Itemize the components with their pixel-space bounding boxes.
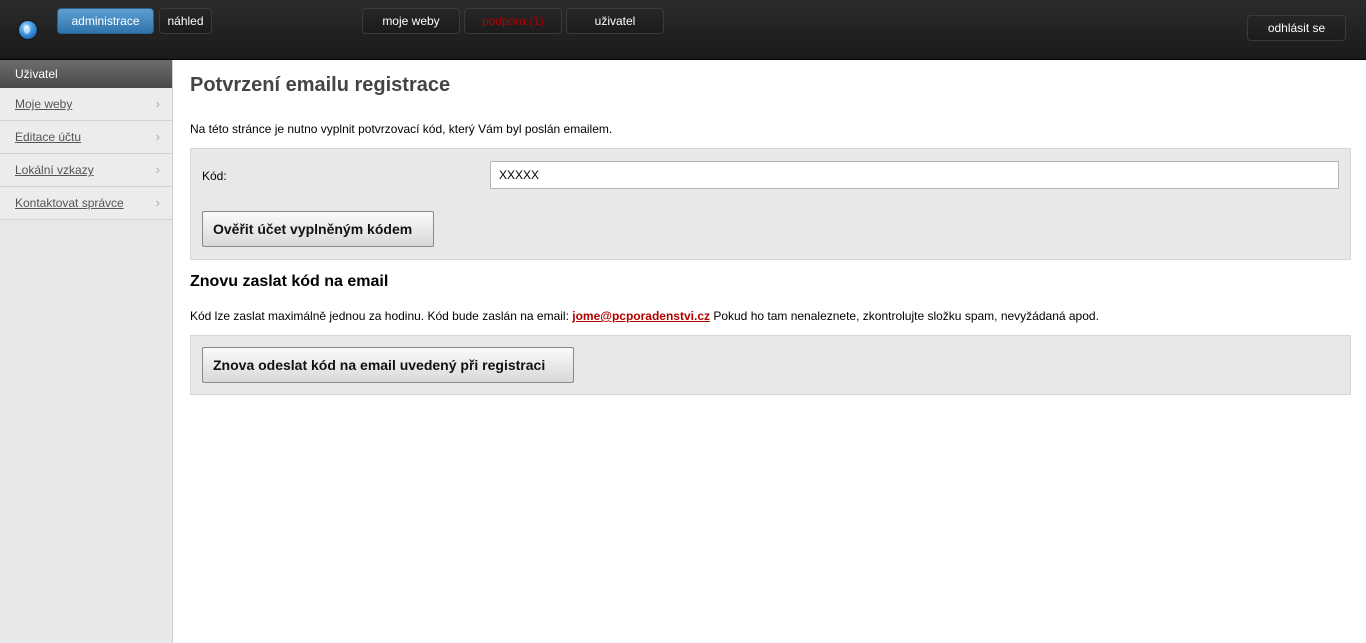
sidebar-item-label[interactable]: Editace účtu xyxy=(15,130,81,144)
resend-section-title: Znovu zaslat kód na email xyxy=(190,273,389,290)
resend-code-button[interactable]: Znova odeslat kód na email uvedený při r… xyxy=(202,347,574,383)
chevron-right-icon: › xyxy=(155,129,160,144)
chevron-right-icon: › xyxy=(155,162,160,177)
intro-text: Na této stránce je nutno vyplnit potvrzo… xyxy=(190,122,613,136)
logout-button[interactable]: odhlásit se xyxy=(1247,15,1346,41)
nav-support-button[interactable]: podpora (1) xyxy=(464,8,562,34)
verify-code-panel: Kód: Ověřit účet vyplněným kódem xyxy=(190,148,1351,260)
globe-icon[interactable] xyxy=(19,21,37,39)
sidebar-item-contact-admin[interactable]: Kontaktovat správce › xyxy=(0,187,172,220)
code-input[interactable] xyxy=(490,161,1339,189)
sidebar: Uživatel Moje weby › Editace účtu › Loká… xyxy=(0,60,173,643)
chevron-right-icon: › xyxy=(155,96,160,111)
sidebar-item-my-websites[interactable]: Moje weby › xyxy=(0,88,172,121)
sidebar-item-label[interactable]: Lokální vzkazy xyxy=(15,163,94,177)
sidebar-title: Uživatel xyxy=(0,60,172,88)
preview-tab-button[interactable]: náhled xyxy=(159,8,212,34)
code-label: Kód: xyxy=(202,169,227,183)
chevron-right-icon: › xyxy=(155,195,160,210)
resend-note-text: Kód lze zaslat maximálně jednou za hodin… xyxy=(190,309,573,323)
nav-user-button[interactable]: uživatel xyxy=(566,8,664,34)
sidebar-item-local-messages[interactable]: Lokální vzkazy › xyxy=(0,154,172,187)
resend-note-text-end: Pokud ho tam nenaleznete, zkontrolujte s… xyxy=(710,309,1099,323)
nav-my-websites-button[interactable]: moje weby xyxy=(362,8,460,34)
resend-panel: Znova odeslat kód na email uvedený při r… xyxy=(190,335,1351,395)
sidebar-item-label[interactable]: Kontaktovat správce xyxy=(15,196,124,210)
sidebar-item-label[interactable]: Moje weby xyxy=(15,97,72,111)
admin-tab-button[interactable]: administrace xyxy=(57,8,154,34)
top-bar: administrace náhled moje weby podpora (1… xyxy=(0,0,1366,60)
page-title: Potvrzení emailu registrace xyxy=(190,74,451,96)
email-link[interactable]: jome@pcporadenstvi.cz xyxy=(572,309,710,323)
verify-account-button[interactable]: Ověřit účet vyplněným kódem xyxy=(202,211,434,247)
resend-note: Kód lze zaslat maximálně jednou za hodin… xyxy=(190,309,1099,323)
sidebar-item-edit-account[interactable]: Editace účtu › xyxy=(0,121,172,154)
